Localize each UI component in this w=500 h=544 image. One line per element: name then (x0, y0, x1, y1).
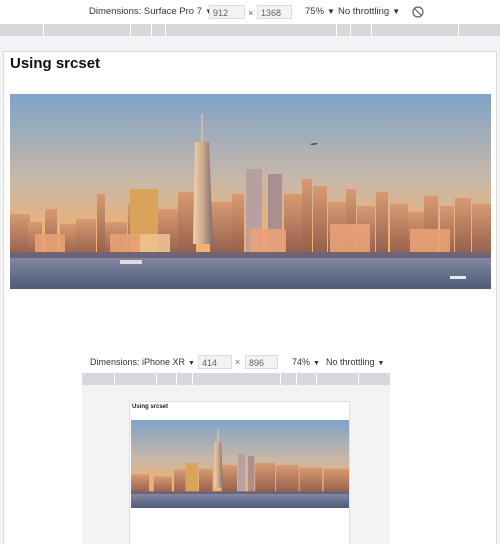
nested-throttling-dropdown[interactable]: No throttling ▼ (326, 352, 384, 372)
dimensions-dropdown[interactable]: Dimensions: Surface Pro 7▼ (89, 0, 213, 24)
caret-down-icon: ▼ (377, 360, 385, 367)
caret-down-icon: ▼ (313, 360, 320, 367)
nested-throttling-label: No throttling (326, 357, 375, 367)
nested-device-viewport: Using srcset (129, 401, 350, 544)
throttling-dropdown[interactable]: No throttling ▼ (338, 0, 400, 24)
zoom-dropdown[interactable]: 75% ▼ (305, 0, 335, 24)
device-toolbar: Dimensions: Surface Pro 7▼ 912 × 1368 75… (0, 0, 500, 25)
nested-height-input[interactable]: 896 (245, 355, 278, 369)
nested-media-query-bar[interactable] (82, 373, 390, 385)
dimension-separator: × (248, 8, 254, 18)
city-skyline-image (10, 94, 491, 289)
caret-down-icon: ▼ (392, 7, 401, 16)
width-input[interactable]: 912 (209, 5, 245, 19)
height-input[interactable]: 1368 (257, 5, 292, 19)
nested-zoom-dropdown[interactable]: 74% ▼ (292, 352, 320, 372)
throttling-label: No throttling (338, 6, 390, 17)
caret-down-icon: ▼ (188, 360, 195, 367)
rotate-icon[interactable] (411, 5, 425, 19)
nested-page-title: Using srcset (132, 404, 169, 410)
caret-down-icon: ▼ (327, 7, 335, 16)
page-title: Using srcset (10, 55, 101, 72)
nested-dimension-separator: × (235, 357, 241, 367)
nested-dimensions-dropdown[interactable]: Dimensions: iPhone XR ▼ (90, 352, 195, 372)
nested-zoom-label: 74% (292, 357, 311, 367)
nested-city-skyline-image (131, 420, 349, 508)
media-query-bar[interactable] (0, 24, 500, 36)
nested-device-emulator: Dimensions: iPhone XR ▼ 414 × 896 74% ▼ No… (82, 352, 390, 544)
zoom-label: 75% (305, 6, 325, 17)
dimensions-label: Dimensions: Surface Pro 7 (89, 6, 202, 17)
nested-dimensions-label: Dimensions: iPhone XR (90, 357, 186, 367)
nested-width-input[interactable]: 414 (198, 355, 232, 369)
nested-device-toolbar: Dimensions: iPhone XR ▼ 414 × 896 74% ▼ No… (82, 352, 390, 372)
